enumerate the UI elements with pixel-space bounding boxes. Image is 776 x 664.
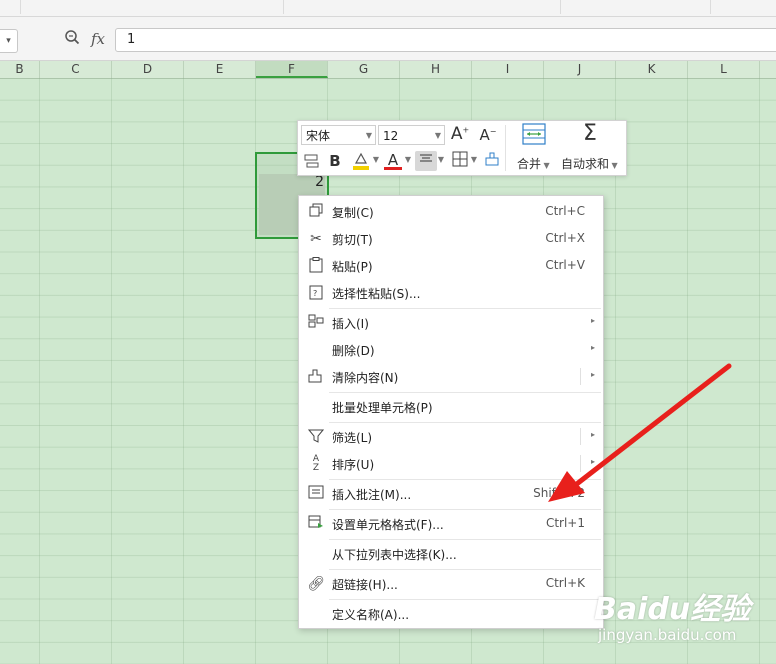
baidu-watermark: Baidu经验 jingyan.baidu.com xyxy=(590,584,770,654)
watermark-brand: Baidu经验 xyxy=(594,592,751,627)
watermark-url: jingyan.baidu.com xyxy=(598,626,737,644)
annotation-arrow xyxy=(548,363,732,502)
